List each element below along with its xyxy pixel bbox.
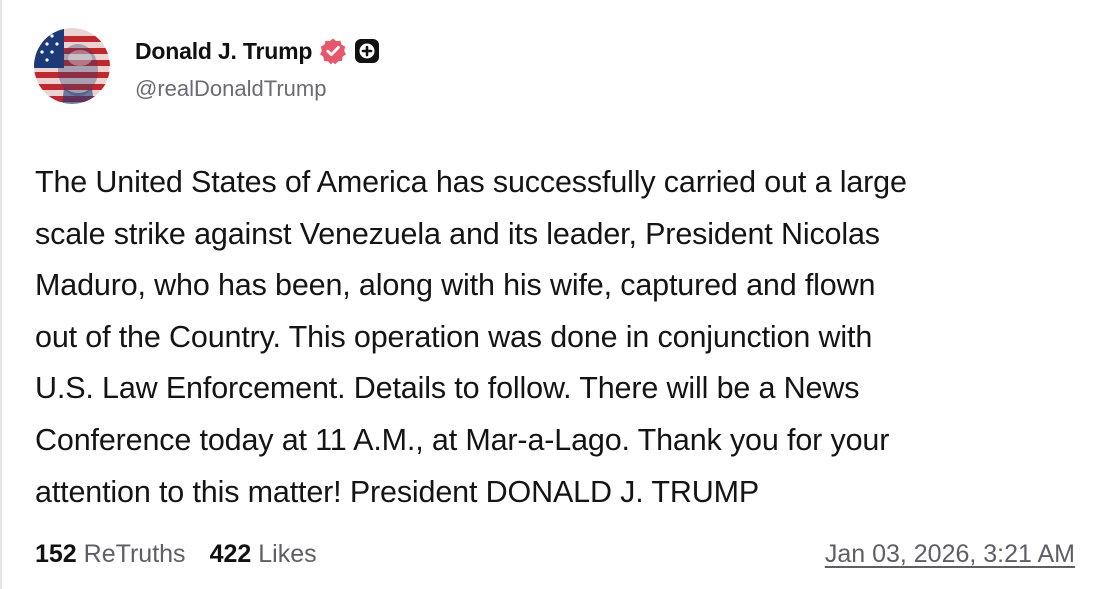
retruths-label: ReTruths	[83, 540, 186, 568]
author-name-row: Donald J. Trump	[135, 34, 380, 68]
author-handle[interactable]: @realDonaldTrump	[135, 76, 326, 102]
plus-badge-icon	[354, 38, 380, 64]
post-stats: 152 ReTruths 422 Likes	[35, 540, 317, 569]
post-timestamp-link[interactable]: Jan 03, 2026, 3:21 AM	[825, 540, 1075, 569]
retruths-stat[interactable]: 152 ReTruths	[35, 540, 186, 569]
likes-label: Likes	[258, 540, 317, 568]
likes-stat[interactable]: 422 Likes	[210, 540, 317, 569]
author-display-name[interactable]: Donald J. Trump	[135, 38, 312, 65]
retruths-count: 152	[35, 540, 77, 568]
avatar-image	[34, 28, 110, 104]
likes-count: 422	[209, 540, 252, 568]
verified-badge-icon	[319, 37, 347, 65]
post-card: Donald J. Trump @realDonaldTrump The Uni…	[0, 0, 1102, 589]
avatar[interactable]	[34, 28, 110, 104]
post-text: The United States of America has success…	[35, 165, 907, 509]
